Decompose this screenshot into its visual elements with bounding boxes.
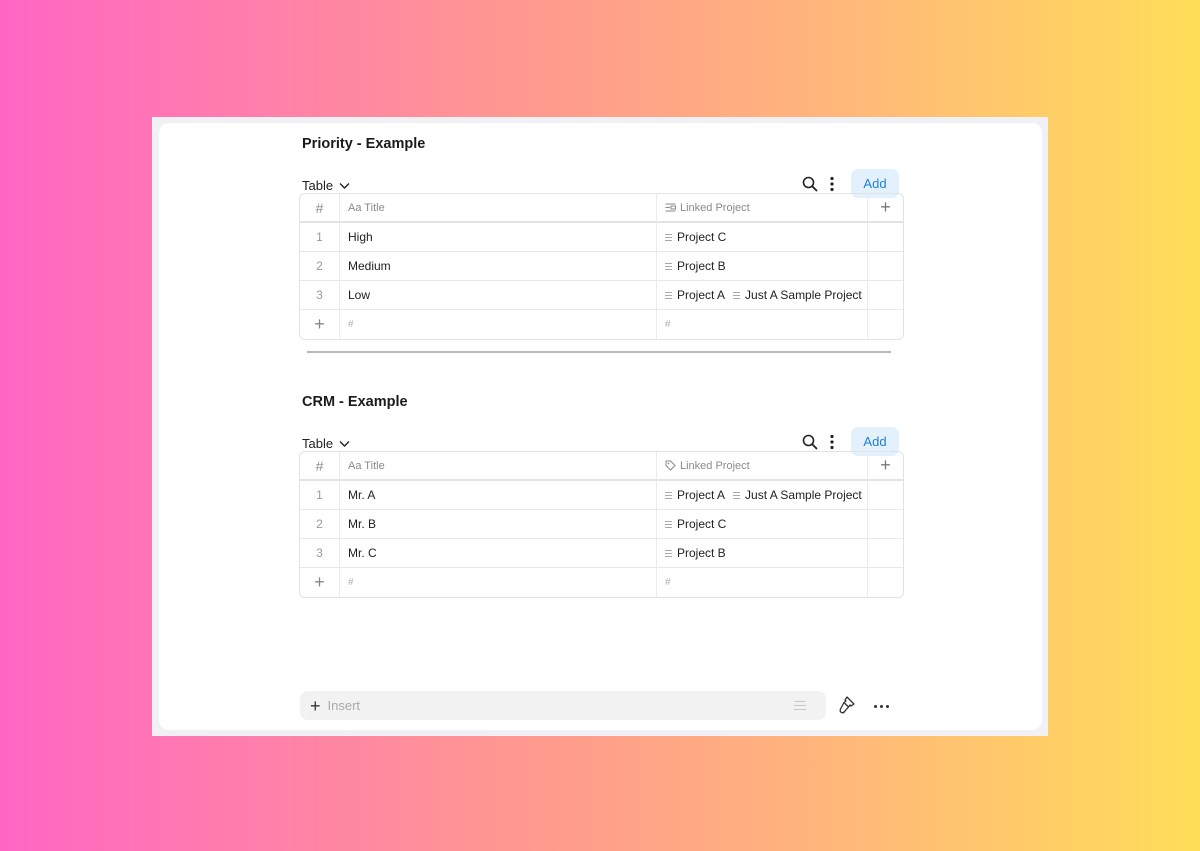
linked-chip[interactable]: Project C (665, 517, 726, 531)
search-icon (802, 434, 818, 449)
column-header-number[interactable]: # (300, 452, 340, 481)
linked-chip[interactable]: Project A (665, 288, 725, 302)
menu-lines-icon[interactable] (794, 701, 806, 710)
section-title: Priority - Example (302, 136, 426, 152)
column-header-number[interactable]: # (300, 194, 340, 223)
page-icon (665, 262, 672, 270)
row-number: 2 (300, 510, 340, 539)
row-title[interactable]: Mr. B (340, 510, 657, 539)
page-icon (665, 520, 672, 528)
insert-placeholder: Insert (327, 698, 361, 713)
kebab-menu-icon (830, 434, 834, 449)
footer-calc-title[interactable]: # (340, 568, 657, 597)
page-icon (665, 491, 672, 499)
footer-calc-title[interactable]: # (340, 310, 657, 339)
row-number: 3 (300, 539, 340, 568)
row-extra-cell (868, 223, 903, 252)
chevron-down-icon (339, 182, 350, 189)
add-column-button[interactable]: + (868, 194, 903, 223)
row-title[interactable]: Mr. A (340, 481, 657, 510)
format-brush-button[interactable] (838, 695, 856, 720)
row-linked-projects[interactable]: Project A Just A Sample Project (657, 281, 868, 310)
row-number: 1 (300, 481, 340, 510)
linked-chip[interactable]: Just A Sample Project (733, 288, 862, 302)
window-frame: Priority - Example Table Add # Aa Title … (152, 117, 1048, 736)
table-row[interactable]: 2 Medium Project B (300, 252, 903, 281)
linked-chip[interactable]: Project A (665, 488, 725, 502)
divider (307, 351, 891, 353)
view-selector[interactable]: Table (302, 436, 350, 451)
page-icon (665, 549, 672, 557)
page-icon (733, 491, 741, 499)
footer-calc-linked[interactable]: # (657, 568, 868, 597)
add-row-button[interactable]: + (300, 310, 340, 339)
row-title[interactable]: High (340, 223, 657, 252)
table-row[interactable]: 3 Low Project A Just A Sample Project (300, 281, 903, 310)
dot (885, 704, 889, 708)
row-number: 1 (300, 223, 340, 252)
insert-input[interactable]: + Insert (300, 691, 826, 720)
column-header-linked-project[interactable]: Linked Project (657, 452, 868, 481)
view-label: Table (302, 436, 334, 451)
row-extra-cell (868, 510, 903, 539)
row-number: 2 (300, 252, 340, 281)
table-footer-row: + # # (300, 568, 903, 597)
chevron-down-icon (339, 440, 350, 447)
table-header-row: # Aa Title Linked Project + (300, 194, 903, 223)
dot (879, 704, 883, 708)
table-row[interactable]: 1 Mr. A Project A Just A Sample Project (300, 481, 903, 510)
search-icon (802, 176, 818, 191)
row-extra-cell (868, 252, 903, 281)
database-table-crm: # Aa Title Linked Project + 1 Mr. A Proj… (299, 451, 904, 598)
row-linked-projects[interactable]: Project A Just A Sample Project (657, 481, 868, 510)
row-linked-projects[interactable]: Project B (657, 252, 868, 281)
plus-icon: + (310, 695, 321, 716)
table-row[interactable]: 2 Mr. B Project C (300, 510, 903, 539)
view-selector[interactable]: Table (302, 178, 350, 193)
kebab-menu-icon (830, 176, 834, 191)
relation-icon (665, 203, 676, 212)
row-linked-projects[interactable]: Project C (657, 223, 868, 252)
page-icon (733, 291, 741, 299)
section-title: CRM - Example (302, 394, 408, 410)
tag-icon (665, 460, 676, 471)
column-header-label: Linked Project (680, 459, 750, 472)
row-linked-projects[interactable]: Project C (657, 510, 868, 539)
view-label: Table (302, 178, 334, 193)
column-header-title[interactable]: Aa Title (340, 194, 657, 223)
column-header-title[interactable]: Aa Title (340, 452, 657, 481)
page-icon (665, 233, 672, 241)
linked-chip[interactable]: Just A Sample Project (733, 488, 862, 502)
table-row[interactable]: 3 Mr. C Project B (300, 539, 903, 568)
row-extra-cell (868, 481, 903, 510)
table-row[interactable]: 1 High Project C (300, 223, 903, 252)
row-title[interactable]: Medium (340, 252, 657, 281)
table-header-row: # Aa Title Linked Project + (300, 452, 903, 481)
page-icon (665, 291, 672, 299)
row-title[interactable]: Low (340, 281, 657, 310)
footer-empty (868, 310, 903, 339)
row-linked-projects[interactable]: Project B (657, 539, 868, 568)
column-header-linked-project[interactable]: Linked Project (657, 194, 868, 223)
footer-calc-linked[interactable]: # (657, 310, 868, 339)
linked-chip[interactable]: Project B (665, 259, 726, 273)
linked-chip[interactable]: Project B (665, 546, 726, 560)
database-section-crm: CRM - Example Table Add (299, 392, 909, 459)
more-actions-button[interactable] (870, 697, 892, 715)
document-card: Priority - Example Table Add # Aa Title … (159, 123, 1042, 730)
row-number: 3 (300, 281, 340, 310)
paintbrush-icon (839, 696, 855, 714)
column-header-label: Linked Project (680, 201, 750, 214)
row-extra-cell (868, 281, 903, 310)
footer-empty (868, 568, 903, 597)
database-section-priority: Priority - Example Table Add (299, 134, 909, 201)
linked-chip[interactable]: Project C (665, 230, 726, 244)
row-extra-cell (868, 539, 903, 568)
database-table-priority: # Aa Title Linked Project + 1 High Proje… (299, 193, 904, 340)
dot (873, 704, 877, 708)
add-row-button[interactable]: + (300, 568, 340, 597)
row-title[interactable]: Mr. C (340, 539, 657, 568)
add-column-button[interactable]: + (868, 452, 903, 481)
table-footer-row: + # # (300, 310, 903, 339)
